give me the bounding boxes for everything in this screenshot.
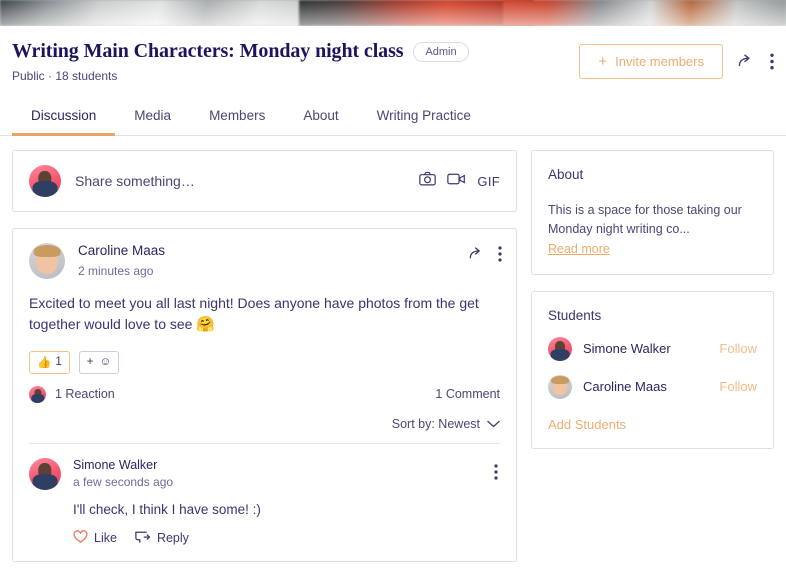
group-tabs: Discussion Media Members About Writing P… bbox=[0, 98, 786, 136]
about-card-title: About bbox=[548, 167, 584, 182]
students-card: Students Simone Walker Follow Caroline M… bbox=[531, 290, 774, 449]
post-composer[interactable]: Share something… GIF bbox=[12, 150, 517, 212]
sort-label: Sort by: Newest bbox=[391, 416, 480, 431]
post-header: Caroline Maas 2 minutes ago bbox=[13, 229, 516, 279]
tab-about[interactable]: About bbox=[284, 98, 357, 136]
header-actions: + Invite members bbox=[579, 44, 774, 79]
post-card: Caroline Maas 2 minutes ago Excited to m… bbox=[12, 228, 517, 562]
sort-comments-dropdown[interactable]: Sort by: Newest bbox=[13, 403, 516, 443]
group-cover-banner bbox=[0, 0, 786, 26]
read-more-link[interactable]: Read more bbox=[548, 242, 610, 256]
avatar[interactable] bbox=[29, 457, 61, 490]
tab-discussion[interactable]: Discussion bbox=[12, 98, 116, 136]
video-icon[interactable] bbox=[447, 172, 466, 191]
thumbs-up-icon: 👍 bbox=[37, 357, 52, 369]
chevron-down-icon bbox=[487, 417, 500, 431]
post-counts: 1 Reaction 1 Comment bbox=[13, 374, 516, 403]
tab-label: About bbox=[303, 108, 339, 123]
like-label: Like bbox=[94, 531, 117, 545]
tab-media[interactable]: Media bbox=[115, 98, 190, 136]
invite-members-label: Invite members bbox=[615, 54, 704, 69]
thumbs-up-reaction-button[interactable]: 👍 1 bbox=[29, 350, 70, 374]
tab-label: Writing Practice bbox=[376, 108, 471, 123]
comment-list: Simone Walker a few seconds ago I'll che… bbox=[29, 442, 500, 561]
invite-members-button[interactable]: + Invite members bbox=[579, 44, 723, 79]
post-author[interactable]: Caroline Maas bbox=[78, 243, 165, 258]
reactions-count-label: 1 Reaction bbox=[55, 387, 115, 401]
tab-label: Members bbox=[209, 108, 266, 123]
follow-button[interactable]: Follow bbox=[719, 341, 757, 356]
composer-icons: GIF bbox=[419, 171, 500, 191]
add-students-link[interactable]: Add Students bbox=[548, 417, 757, 432]
reaction-count: 1 bbox=[55, 356, 62, 368]
student-list-item: Simone Walker Follow bbox=[548, 336, 757, 361]
post-emoji: 🤗 bbox=[196, 316, 216, 333]
gif-button[interactable]: GIF bbox=[477, 174, 500, 189]
avatar[interactable] bbox=[548, 374, 572, 399]
share-icon[interactable] bbox=[737, 52, 756, 71]
add-reaction-button[interactable]: + ☺ bbox=[78, 350, 120, 374]
tab-writing-practice[interactable]: Writing Practice bbox=[358, 98, 490, 136]
tab-label: Media bbox=[134, 108, 172, 123]
avatar[interactable] bbox=[548, 336, 572, 361]
reaction-summary[interactable]: 1 Reaction bbox=[29, 385, 115, 403]
more-vertical-icon[interactable] bbox=[498, 246, 502, 267]
comment-like-button[interactable]: Like bbox=[73, 529, 117, 547]
more-vertical-icon[interactable] bbox=[494, 463, 498, 485]
admin-badge: Admin bbox=[413, 41, 469, 62]
comment-content: Simone Walker a few seconds ago I'll che… bbox=[73, 458, 500, 547]
camera-icon[interactable] bbox=[419, 171, 437, 191]
students-card-title: Students bbox=[548, 307, 602, 323]
post-author-block: Caroline Maas 2 minutes ago bbox=[78, 243, 165, 278]
tab-label: Discussion bbox=[31, 108, 97, 123]
plus-icon: + bbox=[86, 356, 94, 368]
comment-author[interactable]: Simone Walker bbox=[73, 458, 500, 472]
follow-button[interactable]: Follow bbox=[719, 379, 757, 394]
smiley-icon: ☺ bbox=[99, 356, 112, 368]
avatar[interactable] bbox=[29, 243, 65, 279]
comments-count-label[interactable]: 1 Comment bbox=[435, 387, 500, 401]
sidebar-column: About This is a space for those taking o… bbox=[531, 150, 774, 449]
plus-icon: + bbox=[598, 53, 608, 70]
post-text: Excited to meet you all last night! Does… bbox=[29, 295, 479, 332]
comment-item: Simone Walker a few seconds ago I'll che… bbox=[29, 457, 500, 561]
post-timestamp: 2 minutes ago bbox=[78, 264, 154, 278]
reply-icon bbox=[135, 530, 151, 547]
more-vertical-icon[interactable] bbox=[770, 53, 774, 70]
page-title: Writing Main Characters: Monday night cl… bbox=[12, 40, 404, 62]
main-column: Share something… GIF Caroline Maas 2 min… bbox=[12, 150, 517, 562]
heart-icon bbox=[73, 529, 88, 547]
post-reactions: 👍 1 + ☺ bbox=[13, 337, 516, 374]
tab-members[interactable]: Members bbox=[190, 98, 284, 136]
banner-overlay bbox=[0, 0, 786, 26]
student-list-item: Caroline Maas Follow bbox=[548, 374, 757, 399]
student-name[interactable]: Caroline Maas bbox=[583, 379, 667, 394]
post-body: Excited to meet you all last night! Does… bbox=[13, 279, 516, 337]
student-name[interactable]: Simone Walker bbox=[583, 341, 671, 356]
avatar bbox=[29, 165, 61, 197]
avatar bbox=[29, 385, 46, 403]
comment-timestamp: a few seconds ago bbox=[73, 474, 174, 489]
share-something-input[interactable]: Share something… bbox=[75, 173, 405, 189]
reply-label: Reply bbox=[156, 531, 189, 545]
share-icon[interactable] bbox=[468, 245, 486, 268]
page-content: Share something… GIF Caroline Maas 2 min… bbox=[0, 136, 786, 562]
comment-text: I'll check, I think I have some! :) bbox=[73, 501, 261, 517]
post-header-actions bbox=[468, 245, 502, 268]
about-card-text: This is a space for those taking our Mon… bbox=[548, 203, 742, 237]
comment-actions: Like Reply bbox=[73, 529, 500, 547]
group-header: Writing Main Characters: Monday night cl… bbox=[0, 26, 786, 98]
comment-reply-button[interactable]: Reply bbox=[135, 530, 189, 547]
about-card: About This is a space for those taking o… bbox=[531, 150, 774, 275]
